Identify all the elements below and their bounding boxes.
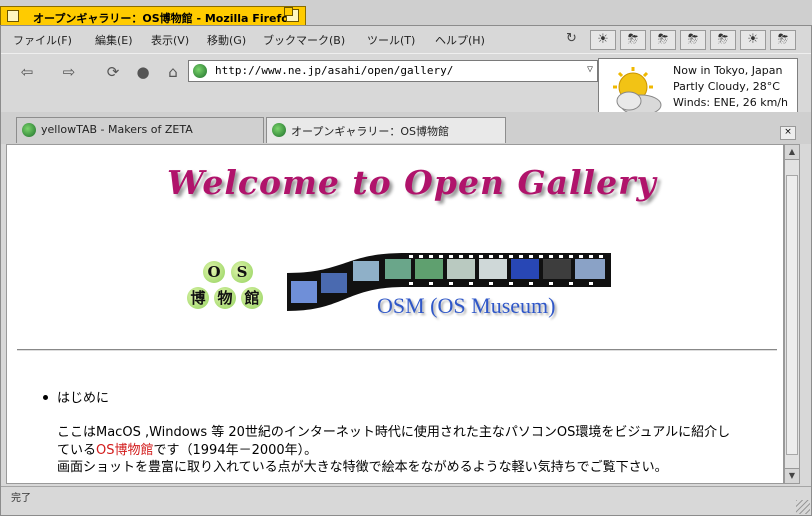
logo-bubble: 博: [187, 287, 209, 309]
logo-bubble: O: [203, 261, 225, 283]
menu-go[interactable]: 移動(G): [207, 32, 246, 48]
weather-storm-icon[interactable]: ⛈: [680, 30, 706, 50]
weather-sun-icon[interactable]: ☀: [740, 30, 766, 50]
page-content: Welcome to Open Gallery O S 博 物 館 OSM (O…: [6, 144, 784, 484]
menu-bookmarks[interactable]: ブックマーク(B): [263, 32, 345, 48]
weather-storm-icon[interactable]: ⛈: [650, 30, 676, 50]
weather-sun-icon[interactable]: ☀: [590, 30, 616, 50]
back-arrow-icon[interactable]: ⇦: [16, 62, 38, 82]
weather-condition: Partly Cloudy, 28°C: [673, 80, 780, 93]
logo-bubble: 物: [214, 287, 236, 309]
menu-file[interactable]: ファイル(F): [13, 32, 72, 48]
site-globe-icon: [22, 123, 36, 137]
menu-help[interactable]: ヘルプ(H): [435, 32, 485, 48]
scroll-thumb[interactable]: [786, 175, 798, 455]
window-title-tab[interactable]: オープンギャラリー：OS博物館 - Mozilla Firefox: [0, 6, 306, 25]
tab-yellowtab[interactable]: yellowTAB - Makers of ZETA: [16, 117, 264, 143]
close-tab-icon[interactable]: ×: [780, 126, 796, 140]
logo-bubble: 館: [241, 287, 263, 309]
osm-caption-link[interactable]: OSM (OS Museum): [377, 293, 555, 319]
menu-tools[interactable]: ツール(T): [367, 32, 415, 48]
scroll-down-icon[interactable]: ▼: [785, 468, 799, 483]
menu-view[interactable]: 表示(V): [151, 32, 189, 48]
status-bar: 完了: [1, 486, 811, 505]
weather-storm-icon[interactable]: ⛈: [620, 30, 646, 50]
window-title: オープンギャラリー：OS博物館 - Mozilla Firefox: [33, 12, 296, 25]
home-icon[interactable]: ⌂: [162, 62, 184, 82]
forward-arrow-icon[interactable]: ⇨: [58, 62, 80, 82]
tab-label: yellowTAB - Makers of ZETA: [41, 123, 193, 136]
list-item-intro: はじめに: [57, 391, 110, 406]
weather-location: Now in Tokyo, Japan: [673, 64, 783, 77]
url-bar[interactable]: http://www.ne.jp/asahi/open/gallery/ ▽: [188, 60, 598, 82]
tab-open-gallery[interactable]: オープンギャラリー：OS博物館: [266, 117, 506, 143]
page-headline: Welcome to Open Gallery: [167, 163, 657, 202]
close-window-button[interactable]: [7, 10, 19, 22]
weather-storm-icon[interactable]: ⛈: [710, 30, 736, 50]
reload-icon[interactable]: ↻: [566, 31, 577, 46]
site-globe-icon: [272, 123, 286, 137]
url-text[interactable]: http://www.ne.jp/asahi/open/gallery/: [215, 64, 453, 77]
tab-label: オープンギャラリー：OS博物館: [291, 125, 449, 138]
scroll-up-icon[interactable]: ▲: [785, 145, 799, 160]
zoom-window-button[interactable]: [284, 7, 299, 22]
chevron-down-icon[interactable]: ▽: [587, 64, 593, 75]
resize-grip-icon[interactable]: [796, 500, 810, 514]
weather-storm-icon[interactable]: ⛈: [770, 30, 796, 50]
intro-paragraph-line3: 画面ショットを豊富に取り入れている点が大きな特徴で絵本をながめるような軽い気持ち…: [57, 460, 668, 475]
site-globe-icon: [193, 64, 207, 78]
bullet-icon: [43, 395, 48, 400]
intro-paragraph-line1: ここはMacOS ,Windows 等 20世紀のインターネット時代に使用された…: [57, 425, 731, 440]
stop-icon[interactable]: ●: [132, 62, 154, 82]
horizontal-rule: [17, 349, 777, 351]
status-text: 完了: [11, 493, 31, 504]
vertical-scrollbar[interactable]: ▲ ▼: [784, 144, 800, 484]
menu-edit[interactable]: 編集(E): [95, 32, 133, 48]
weather-wind: Winds: ENE, 26 km/h: [673, 96, 788, 109]
logo-bubble: S: [231, 261, 253, 283]
reload-icon[interactable]: ⟳: [102, 62, 124, 82]
